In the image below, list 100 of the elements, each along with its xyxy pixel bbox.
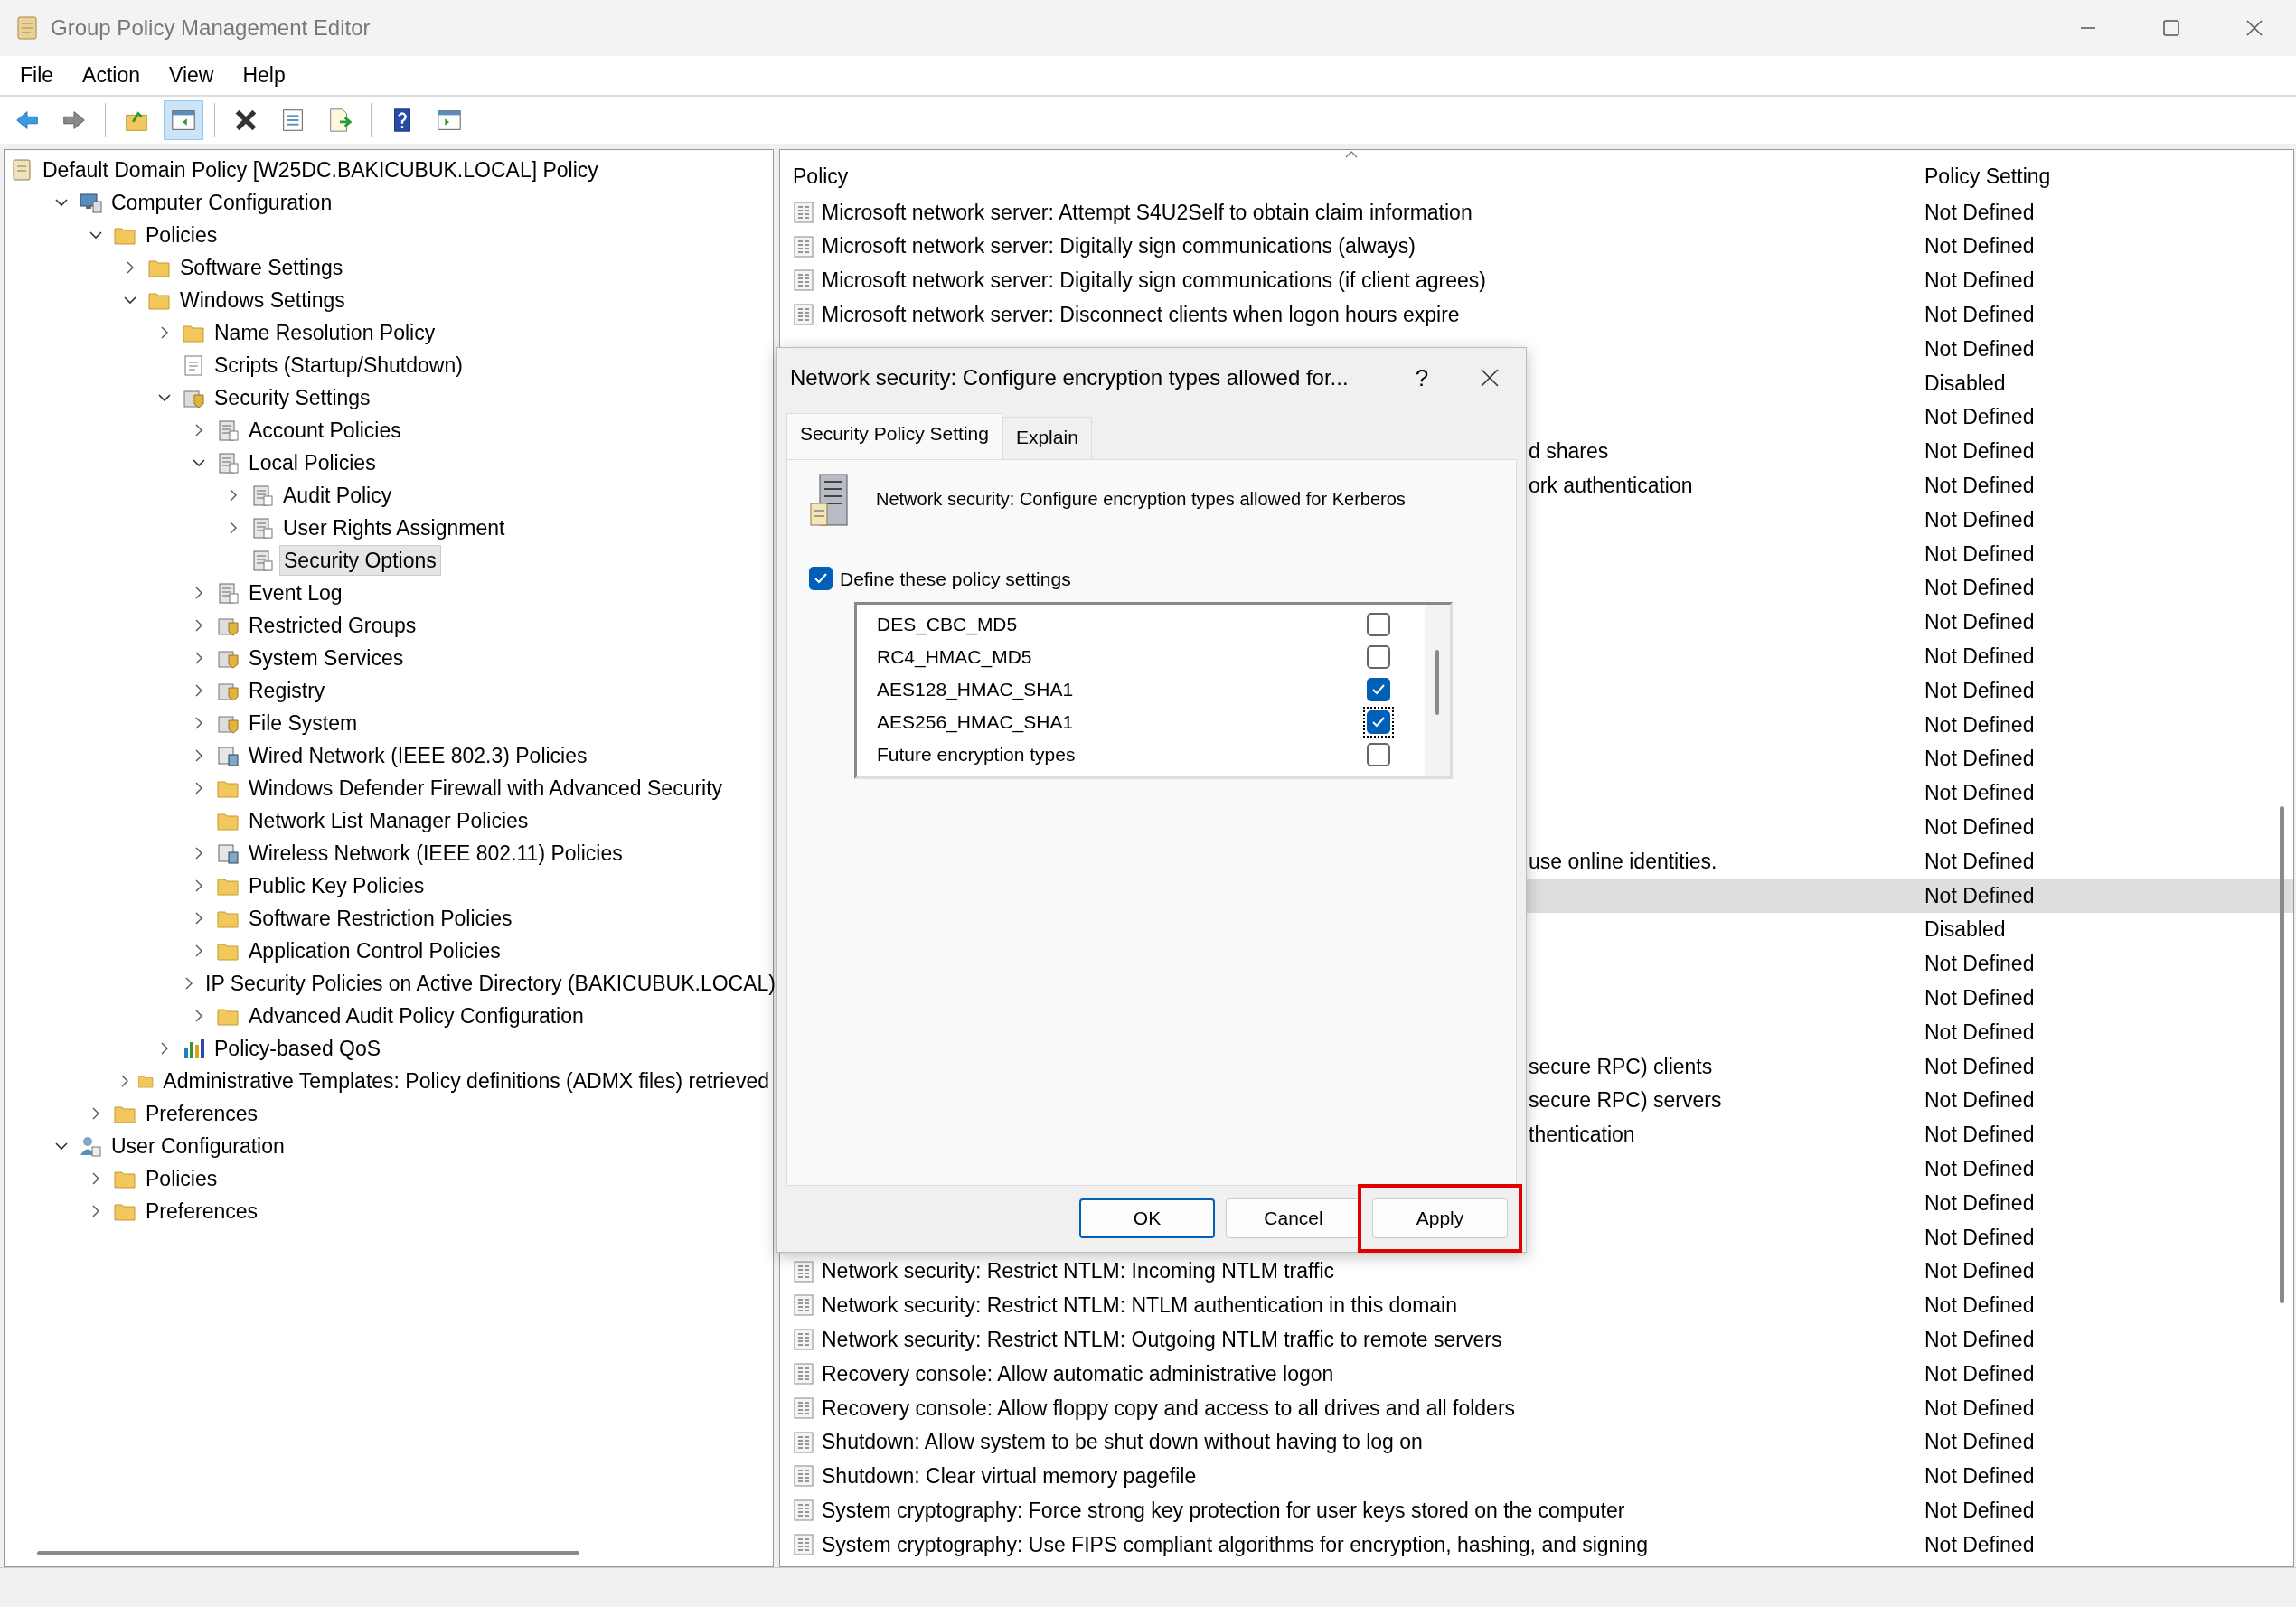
tree-item[interactable]: Policy-based QoS: [211, 1034, 385, 1063]
checkbox[interactable]: [1367, 710, 1390, 734]
policy-setting: Not Defined: [1924, 1326, 2036, 1353]
tab[interactable]: Explain: [1002, 417, 1092, 459]
policy-setting: Not Defined: [1924, 984, 2036, 1011]
computer-icon: [79, 191, 102, 214]
policy-name: use online identities.: [1529, 848, 1717, 875]
policy-name: Recovery console: Allow automatic administrative logon: [822, 1360, 1334, 1387]
help-button[interactable]: ?: [1390, 360, 1454, 396]
checkbox[interactable]: [1367, 613, 1390, 636]
check-icon: [814, 572, 828, 586]
tree-item[interactable]: Policies: [142, 221, 221, 249]
tree-item[interactable]: System Services: [245, 644, 408, 672]
policy-setting: Not Defined: [1924, 199, 2036, 226]
server-icon: [809, 472, 849, 529]
policy-icon: [793, 1532, 814, 1556]
tree-item[interactable]: Public Key Policies: [245, 871, 428, 900]
policy-setting: Not Defined: [1924, 1429, 2036, 1456]
tab[interactable]: Security Policy Setting: [786, 413, 1002, 459]
policy-setting: Not Defined: [1924, 302, 2036, 329]
menu-item[interactable]: File: [7, 60, 71, 91]
tree-item[interactable]: Wireless Network (IEEE 802.11) Policies: [245, 839, 626, 868]
tree-item[interactable]: Security Settings: [211, 383, 374, 412]
checkbox[interactable]: [809, 567, 833, 591]
tree-item[interactable]: Account Policies: [245, 416, 405, 445]
tree-item[interactable]: Preferences: [142, 1099, 261, 1128]
tree-item[interactable]: Name Resolution Policy: [211, 318, 439, 347]
policy-name: Microsoft network server: Attempt S4U2Self to obtain claim information: [822, 199, 1473, 226]
tree-item[interactable]: Audit Policy: [279, 481, 396, 510]
tree-item[interactable]: Policies: [142, 1164, 221, 1193]
policy-icon: [216, 581, 240, 605]
checkbox[interactable]: [1367, 645, 1390, 669]
policy-setting: Not Defined: [1924, 848, 2036, 875]
tree-item[interactable]: Restricted Groups: [245, 611, 420, 640]
tree-item[interactable]: File System: [245, 709, 362, 738]
tree-item[interactable]: Scripts (Startup/Shutdown): [211, 351, 466, 380]
network-icon: [216, 744, 240, 767]
tree-item[interactable]: Software Settings: [176, 253, 347, 282]
policy-name: secure RPC) servers: [1529, 1087, 1722, 1114]
scrollbar-thumb[interactable]: [2280, 806, 2284, 1303]
menu-item[interactable]: View: [156, 60, 231, 91]
tree-item[interactable]: Preferences: [142, 1197, 261, 1226]
tree-item[interactable]: Windows Settings: [176, 286, 349, 315]
policy-setting: Disabled: [1924, 370, 2007, 397]
tree-item[interactable]: Windows Defender Firewall with Advanced Security: [245, 774, 727, 803]
policy-name: Microsoft network server: Disconnect clients when logon hours expire: [822, 302, 1460, 329]
tree-item[interactable]: Network List Manager Policies: [245, 806, 532, 835]
policy-name: System cryptography: Force strong key protection for user keys stored on the computer: [822, 1497, 1625, 1524]
column-header[interactable]: Policy: [780, 160, 1912, 192]
policy-icon: [793, 1430, 814, 1454]
tree-item[interactable]: Advanced Audit Policy Configuration: [245, 1001, 588, 1030]
dialog-button[interactable]: Apply: [1372, 1198, 1508, 1238]
tree-item[interactable]: Security Options: [279, 545, 441, 576]
tree-item[interactable]: Software Restriction Policies: [245, 904, 516, 933]
scrollbar-thumb[interactable]: [37, 1551, 579, 1555]
menu-item[interactable]: Help: [230, 60, 302, 91]
check-icon: [1371, 683, 1386, 696]
menu-item[interactable]: Action: [70, 60, 156, 91]
close-icon[interactable]: [2245, 19, 2263, 37]
policy-icon: [793, 1396, 814, 1420]
user-icon: [79, 1134, 102, 1158]
close-icon[interactable]: [1480, 368, 1500, 388]
tree-pane-icon[interactable]: [164, 100, 203, 140]
scrollbar-thumb[interactable]: [1435, 650, 1439, 715]
dialog-title: Network security: Configure encryption types allowed for...: [790, 364, 1349, 391]
tree-item[interactable]: Application Control Policies: [245, 936, 504, 965]
network-icon: [216, 841, 240, 865]
bar-chart-icon: [182, 1037, 205, 1060]
checkbox[interactable]: [1367, 743, 1390, 766]
tree-item[interactable]: Computer Configuration: [108, 188, 336, 217]
tree-item[interactable]: Local Policies: [245, 448, 380, 477]
tree-item[interactable]: Wired Network (IEEE 802.3) Policies: [245, 741, 591, 770]
policy-name: Shutdown: Allow system to be shut down without having to log on: [822, 1429, 1423, 1456]
policy-icon: [250, 484, 274, 507]
policy-setting: Not Defined: [1924, 1122, 2036, 1149]
tree-item[interactable]: IP Security Policies on Active Directory (BAKICUBUK.LOCAL): [202, 969, 779, 998]
policy-name: Network security: Restrict NTLM: Incoming NTLM traffic: [822, 1258, 1335, 1285]
policy-name: thentication: [1529, 1122, 1635, 1149]
maximize-icon[interactable]: [2162, 19, 2180, 37]
dialog-button[interactable]: OK: [1079, 1198, 1215, 1238]
check-icon: [1371, 716, 1386, 728]
policy-icon: [793, 1259, 814, 1283]
policy-setting: Not Defined: [1924, 268, 2036, 295]
checkbox[interactable]: [1367, 678, 1390, 701]
policy-setting: Not Defined: [1924, 677, 2036, 704]
tree-item[interactable]: Default Domain Policy [W25DC.BAKICUBUK.LOCAL] Policy: [39, 155, 602, 184]
policy-setting: Not Defined: [1924, 233, 2036, 260]
document-icon: [182, 353, 205, 377]
tree-item[interactable]: Event Log: [245, 578, 346, 607]
column-header[interactable]: Policy Setting: [1912, 160, 2293, 192]
sort-icon: [1344, 150, 1359, 159]
tree-item[interactable]: Administrative Templates: Policy definitions (ADMX files) retrieved: [159, 1067, 773, 1095]
tree-item[interactable]: Registry: [245, 676, 329, 705]
policy-setting: Not Defined: [1924, 609, 2036, 636]
policy-setting: Not Defined: [1924, 644, 2036, 670]
tree-item[interactable]: User Rights Assignment: [279, 513, 509, 542]
policy-icon: [793, 234, 814, 258]
policy-name: Shutdown: Clear virtual memory pagefile: [822, 1463, 1197, 1490]
tree-item[interactable]: User Configuration: [108, 1132, 288, 1161]
policy-setting: Not Defined: [1924, 438, 2036, 465]
